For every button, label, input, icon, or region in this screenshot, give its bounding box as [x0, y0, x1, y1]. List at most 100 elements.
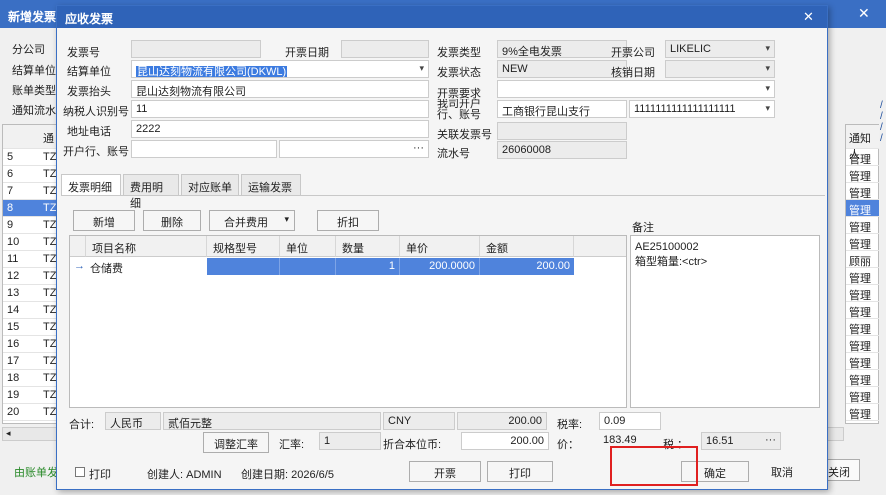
- bg-label-bill-type: 账单类型: [12, 85, 56, 97]
- bg-right-cell[interactable]: 管理: [846, 166, 879, 183]
- bg-table-row[interactable]: 20 TZ: [3, 404, 63, 421]
- tax-amount-field[interactable]: 16.51 ···: [701, 432, 781, 450]
- serial-no-field[interactable]: 26060008: [497, 141, 627, 159]
- label-serial-no: 流水号: [437, 148, 470, 160]
- grid-header-item-name[interactable]: 项目名称: [86, 236, 207, 257]
- local-amount-label: 折合本位币:: [383, 439, 442, 451]
- cell-spec[interactable]: [207, 258, 280, 275]
- dropdown-arrow-icon[interactable]: ▾: [284, 214, 289, 225]
- row-indicator-arrow-icon: →: [74, 260, 85, 272]
- invoice-items-grid[interactable]: 项目名称 规格型号 单位 数量 单价 金额 → 仓储费 1 200.0000 2…: [69, 235, 627, 408]
- adjust-fx-button[interactable]: 调整汇率: [203, 432, 269, 453]
- tax-id-field[interactable]: 11: [131, 100, 429, 118]
- settle-unit-select[interactable]: 昆山达刻物流有限公司(DKWL): [131, 60, 429, 78]
- bg-table-row[interactable]: 6 TZ: [3, 166, 63, 183]
- tax-rate-field[interactable]: 0.09: [599, 412, 661, 430]
- grid-header-price[interactable]: 单价: [400, 236, 480, 257]
- ellipsis-icon[interactable]: ···: [413, 142, 424, 154]
- memo-textarea[interactable]: AE25100002 箱型箱量:<ctr>: [630, 235, 820, 408]
- invoice-req-select[interactable]: [497, 80, 775, 98]
- tab-transport-invoice[interactable]: 运输发票: [241, 174, 301, 196]
- background-status-text: 由账单发: [14, 467, 58, 479]
- bg-right-cell[interactable]: 管理: [846, 319, 879, 336]
- bg-table-row[interactable]: 19 TZ: [3, 387, 63, 404]
- dialog-close-icon[interactable]: ✕: [803, 9, 814, 25]
- label-issuing-company: 开票公司: [611, 47, 655, 59]
- bg-table-row[interactable]: 5 TZ: [3, 149, 63, 166]
- cell-amount[interactable]: 200.00: [480, 258, 574, 275]
- cell-qty[interactable]: 1: [336, 258, 400, 275]
- merge-fees-button[interactable]: 合并费用 ▾: [209, 210, 295, 231]
- bg-right-cell[interactable]: 管理: [846, 183, 879, 200]
- grid-header-qty[interactable]: 数量: [336, 236, 400, 257]
- invoice-status-field[interactable]: NEW: [497, 60, 627, 78]
- bg-right-cell[interactable]: 管理: [846, 149, 879, 166]
- bg-table-row[interactable]: 13 TZ: [3, 285, 63, 302]
- bg-right-cell[interactable]: 管理: [846, 387, 879, 404]
- background-right-column[interactable]: 通知人 管理 管理 管理 管理 管理 管理 顾丽 管理 管理 管理 管理 管理 管理 管理 管理 管理: [845, 124, 879, 424]
- bg-right-cell[interactable]: 顾丽: [846, 251, 879, 268]
- fx-label: 汇率:: [279, 439, 305, 451]
- bank-name-field[interactable]: [131, 140, 277, 158]
- invoice-type-field[interactable]: 9%全电发票: [497, 40, 627, 58]
- cell-unit[interactable]: [280, 258, 336, 275]
- bg-right-cell[interactable]: 管理: [846, 285, 879, 302]
- invoice-head-field[interactable]: 昆山达刻物流有限公司: [131, 80, 429, 98]
- our-account-select[interactable]: 1111111111111111111: [629, 100, 775, 118]
- total-label: 合计:: [69, 419, 95, 431]
- amount-in-words-field: 贰佰元整: [163, 412, 381, 430]
- tab-divider: [61, 195, 825, 196]
- bg-right-cell[interactable]: 管理: [846, 302, 879, 319]
- background-close-icon[interactable]: ✕: [858, 5, 870, 22]
- bg-table-row[interactable]: 10 TZ: [3, 234, 63, 251]
- bg-table-row[interactable]: 12 TZ: [3, 268, 63, 285]
- issuing-company-select[interactable]: LIKELIC: [665, 40, 775, 58]
- issue-invoice-button[interactable]: 开票: [409, 461, 481, 482]
- grid-header-spec[interactable]: 规格型号: [207, 236, 280, 257]
- bg-right-cell[interactable]: 管理: [846, 268, 879, 285]
- bg-table-row[interactable]: 8 TZ: [3, 200, 63, 217]
- bank-account-field[interactable]: ···: [279, 140, 429, 158]
- bg-label-notice-no: 通知流水: [12, 105, 56, 117]
- bg-table-row[interactable]: 11 TZ: [3, 251, 63, 268]
- invoice-no-field[interactable]: [131, 40, 261, 58]
- bg-right-cell[interactable]: 管理: [846, 336, 879, 353]
- cell-item-name[interactable]: 仓储费: [86, 258, 207, 275]
- created-date-text: 创建日期: 2026/6/5: [241, 469, 334, 481]
- bg-right-cell[interactable]: 管理: [846, 353, 879, 370]
- bg-table-row[interactable]: 7 TZ: [3, 183, 63, 200]
- cell-price[interactable]: 200.0000: [400, 258, 480, 275]
- bg-table-row[interactable]: 17 TZ: [3, 353, 63, 370]
- address-phone-field[interactable]: 2222: [131, 120, 429, 138]
- cancel-button[interactable]: 取消: [757, 461, 807, 482]
- print-checkbox[interactable]: [75, 467, 85, 477]
- bg-table-row[interactable]: 14 TZ: [3, 302, 63, 319]
- tab-bills[interactable]: 对应账单: [181, 174, 239, 196]
- bg-right-cell[interactable]: 管理: [846, 234, 879, 251]
- delete-button[interactable]: 删除: [143, 210, 201, 231]
- bg-right-cell[interactable]: 管理: [846, 370, 879, 387]
- print-button[interactable]: 打印: [487, 461, 553, 482]
- grid-header-amount[interactable]: 金额: [480, 236, 574, 257]
- our-bank-field[interactable]: 工商银行昆山支行: [497, 100, 627, 118]
- bg-right-cell[interactable]: 管理: [846, 200, 879, 217]
- invoice-date-field[interactable]: [341, 40, 429, 58]
- tab-fee-detail[interactable]: 费用明细: [123, 174, 179, 210]
- price-label: 价：: [557, 439, 579, 451]
- bg-right-cell[interactable]: 管理: [846, 404, 879, 421]
- local-amount-field[interactable]: 200.00: [461, 432, 549, 450]
- memo-line: AE25100002: [635, 241, 699, 253]
- bg-right-cell[interactable]: 管理: [846, 217, 879, 234]
- related-no-field[interactable]: [497, 122, 627, 140]
- background-table[interactable]: 通 5 TZ 6 TZ 7 TZ 8 TZ 9 TZ 10 TZ 11 TZ 12 TZ 13 TZ 14 TZ 15 T…: [2, 124, 64, 424]
- tab-invoice-detail[interactable]: 发票明细: [61, 174, 121, 196]
- discount-button[interactable]: 折扣: [317, 210, 379, 231]
- ellipsis-icon[interactable]: ···: [765, 434, 776, 446]
- bg-table-row[interactable]: 9 TZ: [3, 217, 63, 234]
- writeoff-date-field[interactable]: [665, 60, 775, 78]
- grid-header-unit[interactable]: 单位: [280, 236, 336, 257]
- bg-table-row[interactable]: 18 TZ: [3, 370, 63, 387]
- bg-table-row[interactable]: 15 TZ: [3, 319, 63, 336]
- add-button[interactable]: 新增: [73, 210, 135, 231]
- bg-table-row[interactable]: 16 TZ: [3, 336, 63, 353]
